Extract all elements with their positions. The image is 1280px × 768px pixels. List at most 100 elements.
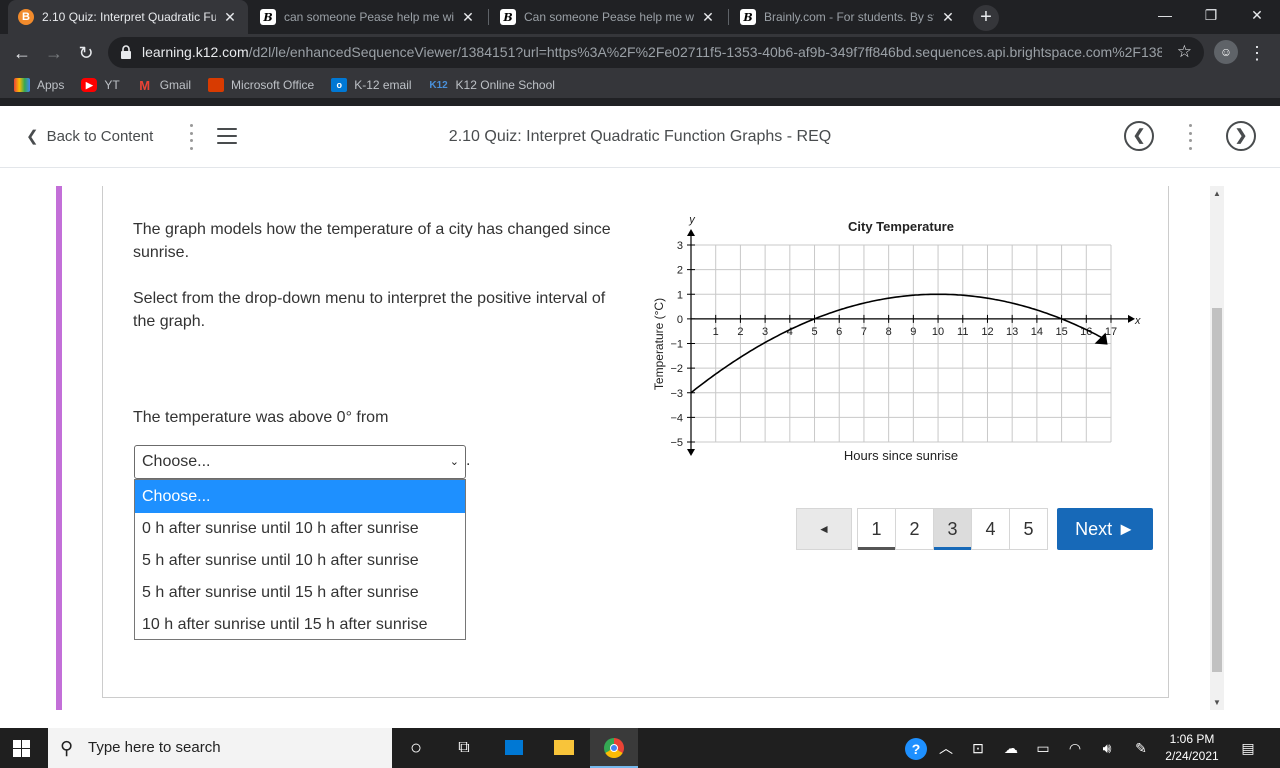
new-tab-button[interactable]: +	[973, 5, 999, 31]
bookmarks-bar: Apps ▶ YT M Gmail Microsoft Office o K-1…	[0, 72, 1280, 98]
chrome-taskbar-icon[interactable]	[590, 728, 638, 768]
show-hidden-icons-icon[interactable]: ︿	[936, 728, 956, 768]
course-header: ❮ Back to Content 2.10 Quiz: Interpret Qu…	[0, 106, 1280, 168]
bookmark-star-icon[interactable]: ☆	[1177, 37, 1192, 67]
back-arrow-icon[interactable]: ←	[8, 39, 36, 67]
browser-tab-brainly-1[interactable]: B can someone Pease help me with ✕	[250, 0, 486, 34]
task-view-icon[interactable]: ⧉	[440, 728, 488, 768]
bookmark-apps[interactable]: Apps	[14, 78, 64, 92]
bookmark-label: Apps	[37, 78, 65, 92]
brainly-favicon: B	[260, 9, 276, 25]
minimize-window-icon[interactable]: —	[1142, 0, 1188, 32]
page-title: 2.10 Quiz: Interpret Quadratic Function …	[448, 128, 832, 145]
help-icon[interactable]: ?	[903, 728, 929, 768]
close-window-icon[interactable]: ✕	[1234, 0, 1280, 32]
scroll-up-icon[interactable]: ▲	[1210, 189, 1224, 198]
browser-tab-brainly-3[interactable]: B Brainly.com - For students. By stu ✕	[730, 0, 966, 34]
back-to-content-link[interactable]: ❮ Back to Content	[26, 106, 153, 167]
cloud-sync-icon[interactable]: ☁	[1000, 728, 1022, 768]
close-tab-icon[interactable]: ✕	[222, 9, 238, 26]
url-text[interactable]: learning.k12.com/d2l/le/enhancedSequence…	[142, 37, 1162, 68]
chart-y-tick-label: −1	[670, 339, 683, 351]
taskbar-clock[interactable]: 1:06 PM 2/24/2021	[1158, 731, 1226, 765]
chart-x-tick-label: 13	[1006, 326, 1018, 338]
bookmark-gmail[interactable]: M Gmail	[137, 77, 191, 93]
chart-x-tick-label: 9	[910, 326, 916, 338]
page-3-button[interactable]: 3	[933, 508, 972, 550]
table-of-contents-menu-icon[interactable]	[217, 128, 237, 144]
previous-question-button[interactable]: ◄	[796, 508, 852, 550]
tab-separator	[488, 9, 489, 25]
clock-time: 1:06 PM	[1169, 732, 1215, 746]
next-question-button[interactable]: Next ►	[1057, 508, 1153, 550]
notifications-icon[interactable]: ▤	[1236, 728, 1260, 768]
scroll-down-icon[interactable]: ▼	[1210, 698, 1224, 707]
reload-icon[interactable]: ↻	[72, 39, 100, 67]
close-tab-icon[interactable]: ✕	[460, 9, 476, 26]
bookmark-k12-email[interactable]: o K-12 email	[331, 78, 412, 92]
forward-arrow-icon[interactable]: →	[40, 39, 68, 67]
k12-icon: K12	[429, 79, 448, 91]
content-scrollbar[interactable]: ▲ ▼	[1210, 186, 1224, 710]
volume-icon[interactable]: 🔊︎	[1096, 728, 1118, 768]
chart-x-tick-label: 12	[981, 326, 993, 338]
outlook-icon: o	[331, 78, 348, 92]
bookmark-office[interactable]: Microsoft Office	[208, 78, 314, 92]
k12-favicon: B	[18, 9, 34, 25]
chart-y-tick-label: 3	[677, 240, 683, 252]
chart-y-axis-arrow-up	[687, 229, 695, 236]
wifi-icon[interactable]: ◠	[1064, 728, 1086, 768]
store-icon[interactable]	[490, 728, 538, 768]
dropdown-option[interactable]: 5 h after sunrise until 15 h after sunri…	[135, 577, 465, 609]
chart-x-tick-label: 7	[861, 326, 867, 338]
pen-icon[interactable]: ✎	[1130, 728, 1152, 768]
browser-menu-icon[interactable]: ⋮	[1248, 39, 1266, 67]
bookmark-yt[interactable]: ▶ YT	[81, 78, 120, 92]
page-2-button[interactable]: 2	[895, 508, 934, 550]
bookmark-label: K12 Online School	[455, 78, 555, 92]
page-number: 5	[1023, 519, 1034, 539]
page-number: 1	[871, 519, 882, 539]
question-prompt: The temperature was above 0° from	[133, 409, 389, 426]
cortana-icon[interactable]: ○	[392, 728, 440, 768]
next-topic-button[interactable]: ❯	[1226, 121, 1256, 151]
file-explorer-icon[interactable]	[540, 728, 588, 768]
gmail-icon: M	[139, 77, 151, 93]
browser-tab-brainly-2[interactable]: B Can someone Pease help me with ✕	[490, 0, 726, 34]
url-host: learning.k12.com	[142, 44, 249, 60]
clock-date: 2/24/2021	[1165, 749, 1219, 763]
chart-y-tick-label: −3	[670, 388, 683, 400]
previous-topic-button[interactable]: ❮	[1124, 121, 1154, 151]
profile-avatar[interactable]: ☺	[1214, 40, 1238, 64]
taskbar-search-box[interactable]: ⚲ Type here to search	[48, 728, 392, 768]
chart-x-tick-label: 11	[957, 326, 968, 338]
windows-start-icon[interactable]	[13, 740, 30, 757]
taskbar-search-placeholder: Type here to search	[88, 739, 221, 756]
browser-tab-strip: B 2.10 Quiz: Interpret Quadratic Fu ✕ B …	[0, 0, 1280, 34]
page-4-button[interactable]: 4	[971, 508, 1010, 550]
lock-icon	[121, 45, 131, 59]
dropdown-option[interactable]: 5 h after sunrise until 10 h after sunri…	[135, 545, 465, 577]
bookmark-k12-online[interactable]: K12 K12 Online School	[429, 78, 555, 92]
chart-y-tick-label: −4	[670, 412, 683, 424]
address-bar[interactable]: learning.k12.com/d2l/le/enhancedSequence…	[108, 37, 1204, 68]
chart-title: City Temperature	[848, 219, 954, 234]
page-5-button[interactable]: 5	[1009, 508, 1048, 550]
restore-window-icon[interactable]: ❐	[1188, 0, 1234, 32]
scrollbar-thumb[interactable]	[1212, 308, 1222, 672]
back-label: Back to Content	[46, 128, 154, 145]
dropdown-option[interactable]: Choose...	[135, 480, 465, 513]
chart-y-tick-label: −5	[670, 437, 683, 449]
battery-icon[interactable]: ▭	[1032, 728, 1054, 768]
close-tab-icon[interactable]: ✕	[940, 9, 956, 26]
apps-grid-icon	[14, 78, 30, 92]
page-1-button[interactable]: 1	[857, 508, 896, 550]
browser-tab-quiz[interactable]: B 2.10 Quiz: Interpret Quadratic Fu ✕	[8, 0, 248, 34]
chart-y-axis-letter: y	[688, 214, 696, 226]
meet-now-icon[interactable]: ⊡	[968, 728, 988, 768]
chevron-down-icon: ⌄	[449, 456, 459, 468]
dropdown-option[interactable]: 10 h after sunrise until 15 h after sunr…	[135, 609, 465, 641]
close-tab-icon[interactable]: ✕	[700, 9, 716, 26]
answer-select[interactable]: Choose... ⌄	[134, 445, 466, 479]
dropdown-option[interactable]: 0 h after sunrise until 10 h after sunri…	[135, 513, 465, 545]
